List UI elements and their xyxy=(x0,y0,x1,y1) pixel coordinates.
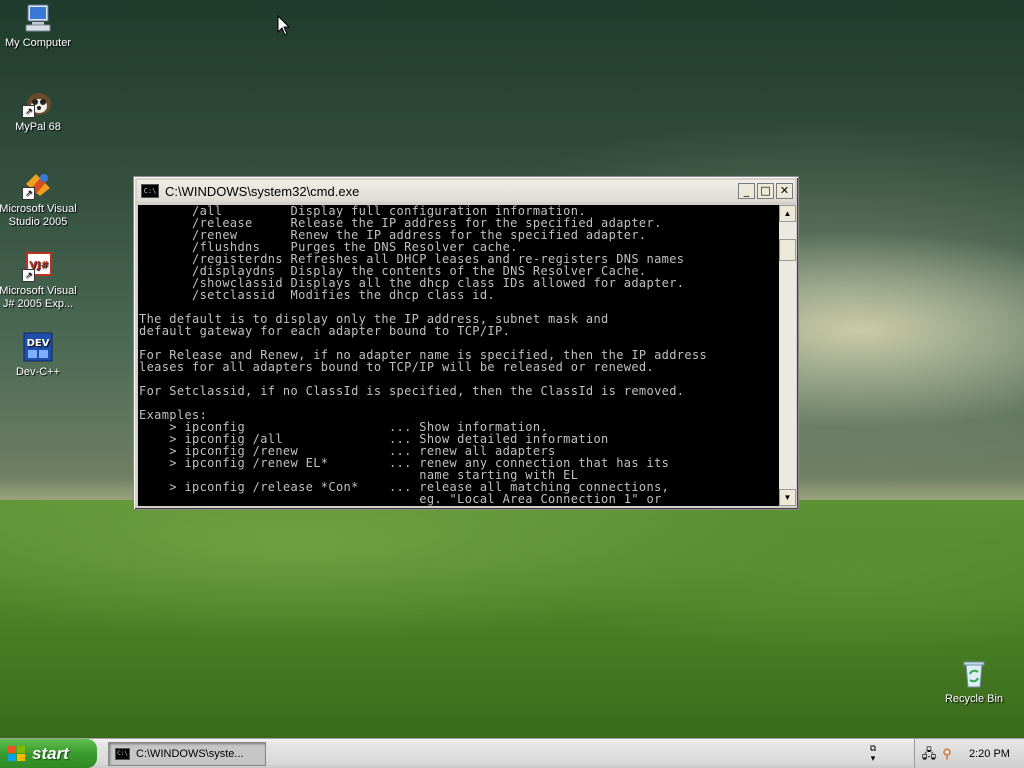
desktop-icon-label: Microsoft Visual J# 2005 Exp... xyxy=(0,285,77,310)
shortcut-arrow-icon: ↗ xyxy=(22,269,35,282)
task-button-label: C:\WINDOWS\syste... xyxy=(136,748,244,760)
scroll-up-button[interactable]: ▲ xyxy=(779,205,796,222)
shortcut-arrow-icon: ↗ xyxy=(22,187,35,200)
clock[interactable]: 2:20 PM xyxy=(969,748,1010,760)
scroll-thumb[interactable] xyxy=(779,239,796,261)
system-tray: 🖧 ⚲ 2:20 PM xyxy=(914,739,1024,768)
cmd-app-icon[interactable]: C:\ xyxy=(141,184,159,198)
cmd-titlebar[interactable]: C:\ C:\WINDOWS\system32\cmd.exe _ □ ✕ xyxy=(137,180,795,202)
devcpp-badge: DEV xyxy=(27,338,50,349)
console-output[interactable]: /all Display full configuration informat… xyxy=(138,205,779,506)
desktop-icon-label: Microsoft Visual Studio 2005 xyxy=(0,203,77,228)
taskbar: start C:\ C:\WINDOWS\syste... ⧉ ▾ 🖧 ⚲ 2:2… xyxy=(0,738,1024,768)
desktop-icon-visual-studio[interactable]: ↗ Microsoft Visual Studio 2005 xyxy=(0,168,80,229)
cmd-window[interactable]: C:\ C:\WINDOWS\system32\cmd.exe _ □ ✕ /a… xyxy=(133,176,799,510)
start-button[interactable]: start xyxy=(0,739,97,768)
toolbar-grip-icon[interactable]: ⧉ ▾ xyxy=(864,743,882,765)
visual-studio-icon: ↗ xyxy=(22,168,54,200)
cmd-app-icon: C:\ xyxy=(115,748,130,760)
search-icon[interactable]: ⚲ xyxy=(939,746,955,762)
desktop-icon-my-computer[interactable]: My Computer xyxy=(0,2,80,50)
taskbar-button-cmd[interactable]: C:\ C:\WINDOWS\syste... xyxy=(108,742,266,766)
windows-flag-icon xyxy=(8,745,26,762)
console-text: /all Display full configuration informat… xyxy=(139,205,708,506)
desktop-icon-devcpp[interactable]: DEV Dev-C++ xyxy=(0,331,80,379)
mouse-cursor-icon xyxy=(277,15,291,36)
desktop-icon-recycle-bin[interactable]: Recycle Bin xyxy=(932,658,1016,706)
desktop-icon-label: Recycle Bin xyxy=(944,693,1004,705)
close-button[interactable]: ✕ xyxy=(776,183,793,199)
desktop-wallpaper-hills xyxy=(0,500,1024,740)
desktop-icon-visual-jsharp[interactable]: VJ# ↗ Microsoft Visual J# 2005 Exp... xyxy=(0,250,80,311)
shortcut-arrow-icon: ↗ xyxy=(22,105,35,118)
devcpp-icon: DEV xyxy=(22,331,54,363)
desktop-icon-label: My Computer xyxy=(4,37,72,49)
scroll-down-button[interactable]: ▼ xyxy=(779,489,796,506)
maximize-button[interactable]: □ xyxy=(757,183,774,199)
mypal-icon: ↗ xyxy=(22,86,54,118)
computer-icon xyxy=(22,2,54,34)
minimize-button[interactable]: _ xyxy=(738,183,755,199)
vertical-scrollbar[interactable]: ▲ ▼ xyxy=(779,205,796,506)
visual-jsharp-icon: VJ# ↗ xyxy=(22,250,54,282)
recycle-bin-icon xyxy=(958,658,990,690)
start-label: start xyxy=(32,743,69,763)
desktop-icon-label: Dev-C++ xyxy=(15,366,61,378)
desktop-icon-mypal[interactable]: ↗ MyPal 68 xyxy=(0,86,80,134)
desktop-icon-label: MyPal 68 xyxy=(15,121,61,133)
network-icon[interactable]: 🖧 xyxy=(921,746,937,762)
window-title: C:\WINDOWS\system32\cmd.exe xyxy=(165,183,360,199)
